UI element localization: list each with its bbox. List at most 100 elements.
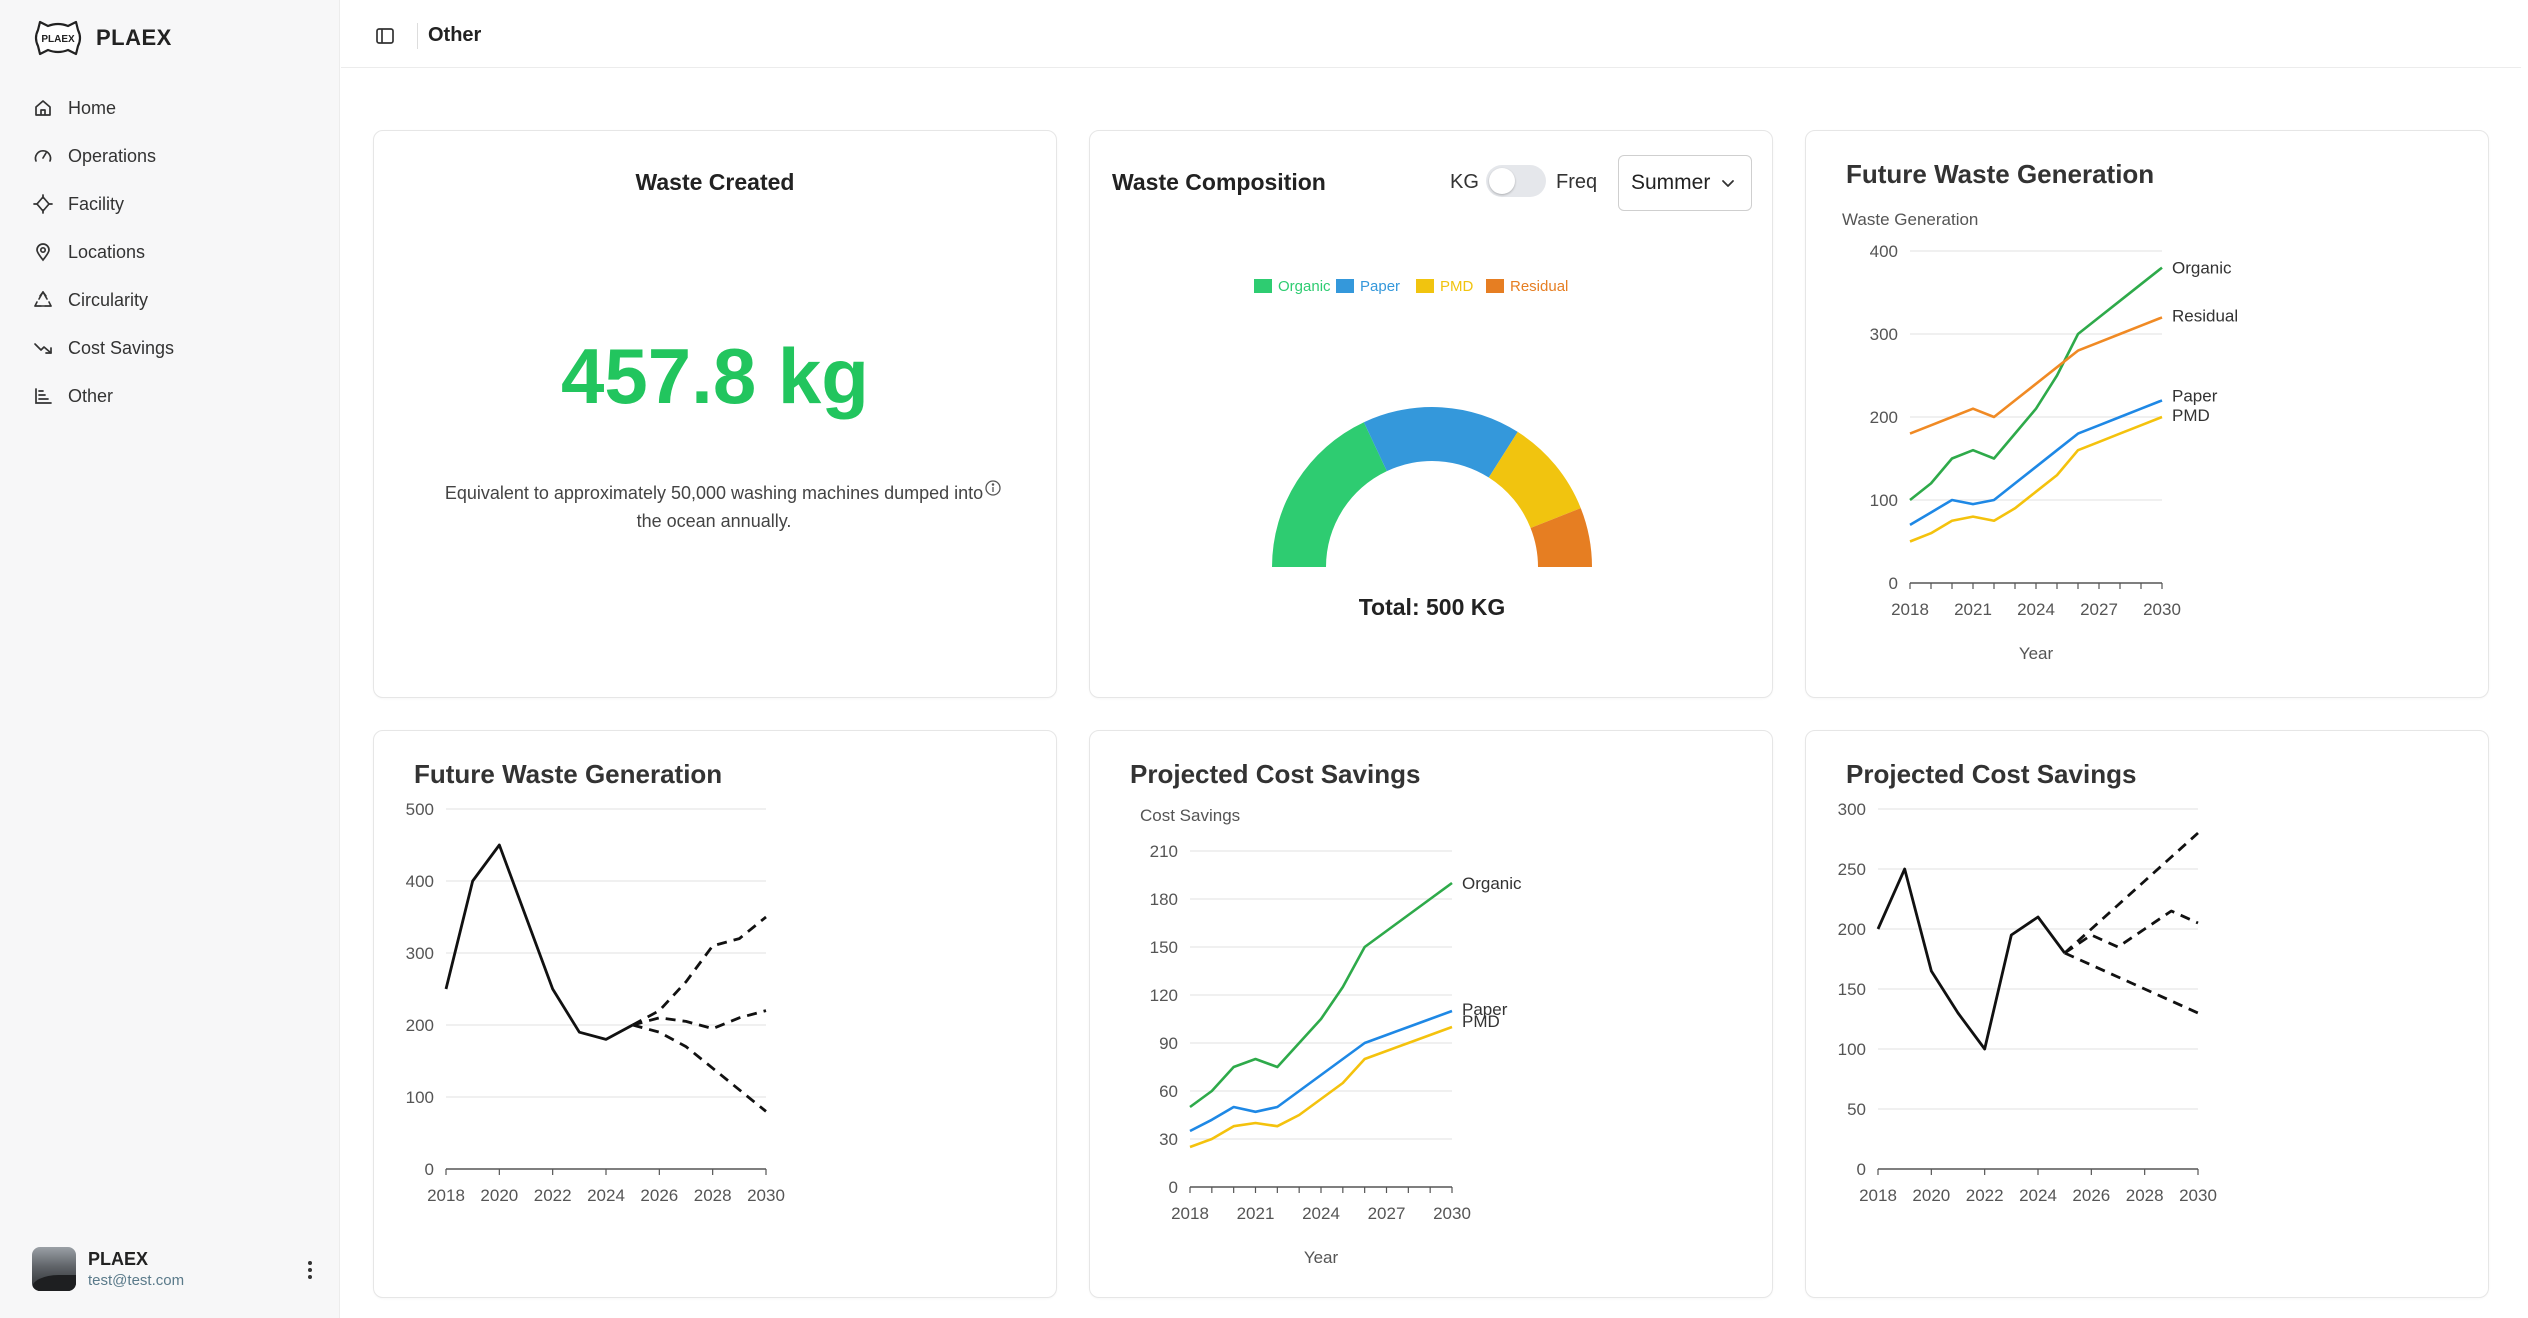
series-line-dashed-1 xyxy=(632,915,767,1027)
x-tick-label: 2030 xyxy=(1433,1204,1471,1223)
header: Other xyxy=(341,4,2521,68)
donut-slice-organic xyxy=(1272,422,1387,567)
season-select[interactable]: Summer xyxy=(1618,155,1752,211)
legend-swatch-organic xyxy=(1254,279,1272,293)
x-tick-label: 2022 xyxy=(1966,1186,2004,1205)
y-tick-label: 0 xyxy=(1857,1160,1866,1179)
x-tick-label: 2020 xyxy=(1912,1186,1950,1205)
x-axis-title: Year xyxy=(1304,1248,1339,1267)
brand[interactable]: PLAEX PLAEX xyxy=(32,16,172,60)
chevron-down-icon xyxy=(1722,180,1734,187)
brand-logo-text: PLAEX xyxy=(41,34,75,45)
brand-logo-icon: PLAEX xyxy=(34,20,82,56)
sidebar-item-label: Circularity xyxy=(68,289,149,310)
y-axis-title: Cost Savings xyxy=(1140,806,1240,825)
crosshair-icon xyxy=(32,193,54,215)
header-divider xyxy=(417,22,418,49)
series-line-solid-0 xyxy=(444,843,634,1041)
x-tick-label: 2030 xyxy=(2179,1186,2217,1205)
waste-created-card: Waste Created 457.8 kg Equivalent to app… xyxy=(373,130,1057,698)
y-tick-label: 200 xyxy=(1870,408,1898,427)
user-profile[interactable]: PLAEX test@test.com xyxy=(32,1244,312,1294)
series-label-organic: Organic xyxy=(1462,874,1522,893)
x-tick-label: 2028 xyxy=(2126,1186,2164,1205)
y-tick-label: 0 xyxy=(1169,1178,1178,1197)
x-tick-label: 2020 xyxy=(480,1186,518,1205)
sidebar-item-cost-savings[interactable]: Cost Savings xyxy=(30,324,320,372)
sidebar-item-home[interactable]: Home xyxy=(30,84,320,132)
waste-composition-title: Waste Composition xyxy=(1112,169,1326,195)
waste-composition-chart: Organic Paper PMD Residual Total: 500 KG xyxy=(1254,278,1592,620)
x-tick-label: 2021 xyxy=(1954,600,1992,619)
series-line-dashed-3 xyxy=(2064,951,2199,1015)
toggle-label-freq: Freq xyxy=(1556,171,1598,193)
projected-cost-savings-card-2: Projected Cost Savings 0 50 100 150 200 250 300… xyxy=(1805,730,2489,1298)
toggle-label-kg: KG xyxy=(1450,171,1479,193)
more-options-icon[interactable] xyxy=(298,1256,322,1284)
sidebar-item-facility[interactable]: Facility xyxy=(30,180,320,228)
y-tick-label: 30 xyxy=(1159,1130,1178,1149)
sidebar-item-operations[interactable]: Operations xyxy=(30,132,320,180)
series-line-solid-0 xyxy=(1876,867,2066,1051)
home-icon xyxy=(32,97,54,119)
chart-title: Projected Cost Savings xyxy=(1130,759,1420,789)
series-label-pmd: PMD xyxy=(2172,406,2210,425)
future-waste-generation-chart-2: Future Waste Generation 0 100 200 300 400 500 2… xyxy=(406,759,785,1205)
app-root: PLAEX PLAEX Home Operations Facility Loc… xyxy=(0,0,2528,1318)
projected-cost-savings-chart: Projected Cost Savings Cost Savings Year 0 3… xyxy=(1130,759,1522,1267)
projected-cost-savings-card: Projected Cost Savings Cost Savings Year 0 3… xyxy=(1089,730,1773,1298)
series-label-paper: Paper xyxy=(2172,386,2218,405)
waste-created-description: Equivalent to approximately 50,000 washi… xyxy=(444,483,984,531)
x-tick-label: 2030 xyxy=(2143,600,2181,619)
y-tick-label: 400 xyxy=(1870,242,1898,261)
sidebar-nav: Home Operations Facility Locations Circu… xyxy=(30,84,320,420)
x-tick-label: 2021 xyxy=(1237,1204,1275,1223)
series-line-pmd xyxy=(1909,415,2163,543)
chart-title: Future Waste Generation xyxy=(1846,159,2154,189)
season-select-value: Summer xyxy=(1631,171,1711,194)
map-pin-icon xyxy=(32,241,54,263)
future-waste-generation-chart: Future Waste Generation Waste Generation Y… xyxy=(1842,159,2238,663)
legend-label-residual: Residual xyxy=(1510,278,1568,295)
future-waste-generation-card-2: Future Waste Generation 0 100 200 300 400 500 2… xyxy=(373,730,1057,1298)
x-axis-title: Year xyxy=(2019,644,2054,663)
donut-slice-paper xyxy=(1363,407,1518,478)
future-waste-generation-card: Future Waste Generation Waste Generation Y… xyxy=(1805,130,2489,698)
y-tick-label: 150 xyxy=(1838,980,1866,999)
waste-created-title: Waste Created xyxy=(635,169,795,195)
brand-name: PLAEX xyxy=(96,25,172,50)
y-tick-label: 100 xyxy=(1870,491,1898,510)
y-tick-label: 500 xyxy=(406,800,434,819)
sidebar-item-locations[interactable]: Locations xyxy=(30,228,320,276)
y-tick-label: 300 xyxy=(1838,800,1866,819)
chart-title: Future Waste Generation xyxy=(414,759,722,789)
waste-created-value: 457.8 kg xyxy=(561,332,869,420)
sidebar-toggle-icon[interactable] xyxy=(371,22,399,50)
kg-freq-toggle[interactable] xyxy=(1486,165,1546,197)
series-line-dashed-3 xyxy=(632,1023,767,1113)
y-tick-label: 150 xyxy=(1150,938,1178,957)
sidebar-item-circularity[interactable]: Circularity xyxy=(30,276,320,324)
series-label-pmd: PMD xyxy=(1462,1012,1500,1031)
donut-total-label: Total: 500 KG xyxy=(1359,594,1506,620)
y-tick-label: 250 xyxy=(1838,860,1866,879)
gauge-icon xyxy=(32,145,54,167)
line-chart-icon xyxy=(32,385,54,407)
y-tick-label: 60 xyxy=(1159,1082,1178,1101)
y-tick-label: 100 xyxy=(1838,1040,1866,1059)
info-icon[interactable] xyxy=(984,479,1002,497)
y-tick-label: 120 xyxy=(1150,986,1178,1005)
sidebar-item-label: Home xyxy=(68,97,117,118)
y-tick-label: 0 xyxy=(425,1160,434,1179)
y-tick-label: 100 xyxy=(406,1088,434,1107)
y-tick-label: 180 xyxy=(1150,890,1178,909)
series-line-dashed-2 xyxy=(2063,909,2199,955)
legend-swatch-pmd xyxy=(1416,279,1434,293)
y-tick-label: 300 xyxy=(406,944,434,963)
sidebar-item-other[interactable]: Other xyxy=(30,372,320,420)
legend-label-pmd: PMD xyxy=(1440,278,1474,295)
legend-swatch-paper xyxy=(1336,279,1354,293)
y-tick-label: 90 xyxy=(1159,1034,1178,1053)
y-tick-label: 200 xyxy=(1838,920,1866,939)
y-tick-label: 200 xyxy=(406,1016,434,1035)
